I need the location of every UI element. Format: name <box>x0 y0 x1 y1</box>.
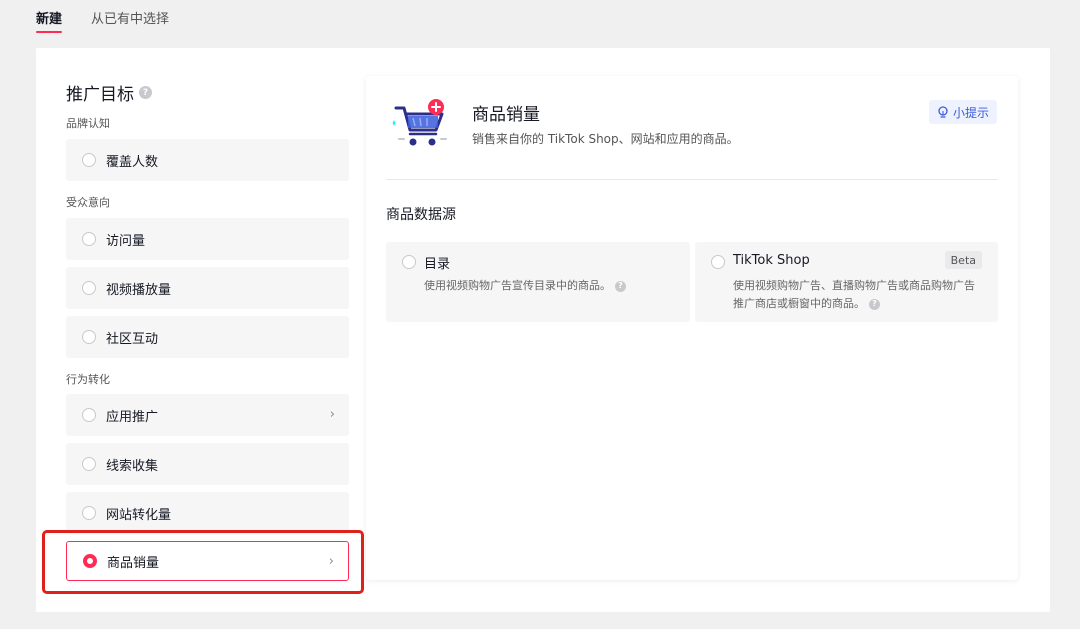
radio-icon[interactable] <box>82 408 96 422</box>
option-label: 视频播放量 <box>106 282 172 298</box>
tab-select-existing[interactable]: 从已有中选择 <box>91 8 169 27</box>
option-label: 访问量 <box>106 233 146 249</box>
objective-option-product-sales[interactable]: 商品销量 › <box>66 541 349 581</box>
source-description: 使用视频购物广告、直播购物广告或商品购物广告推广商店或橱窗中的商品。? <box>733 279 975 310</box>
active-tab-indicator <box>36 31 62 33</box>
source-name: TikTok Shop <box>733 253 810 268</box>
chevron-right-icon: › <box>329 407 335 422</box>
group-label-consideration: 受众意向 <box>66 196 110 209</box>
help-icon[interactable]: ? <box>139 86 152 99</box>
option-label: 覆盖人数 <box>106 154 159 170</box>
shopping-cart-icon <box>390 98 450 152</box>
divider <box>386 179 998 180</box>
objective-detail-title: 商品销量 <box>472 105 540 125</box>
radio-icon[interactable] <box>82 506 96 520</box>
objective-option-app-promotion[interactable]: 应用推广 › <box>66 394 349 436</box>
main-card: 推广目标 ? 品牌认知 覆盖人数 受众意向 访问量 视频播放量 社区互动 行为转… <box>36 48 1050 612</box>
tab-new[interactable]: 新建 <box>36 8 62 27</box>
objective-option-traffic[interactable]: 访问量 <box>66 218 349 260</box>
objective-option-video-views[interactable]: 视频播放量 <box>66 267 349 309</box>
option-label: 网站转化量 <box>106 507 172 523</box>
beta-badge: Beta <box>944 251 982 269</box>
radio-icon[interactable] <box>402 255 416 269</box>
radio-icon[interactable] <box>711 255 725 269</box>
radio-icon[interactable] <box>82 153 96 167</box>
source-option-tiktok-shop[interactable]: TikTok Shop Beta 使用视频购物广告、直播购物广告或商品购物广告推… <box>695 242 998 322</box>
objective-option-reach[interactable]: 覆盖人数 <box>66 139 349 181</box>
radio-icon[interactable] <box>82 281 96 295</box>
objective-option-lead-generation[interactable]: 线索收集 <box>66 443 349 485</box>
chevron-right-icon: › <box>328 554 334 569</box>
help-icon[interactable]: ? <box>615 280 626 292</box>
objective-title-text: 推广目标 <box>66 85 134 105</box>
radio-icon[interactable] <box>82 330 96 344</box>
source-option-catalog[interactable]: 目录 使用视频购物广告宣传目录中的商品。? <box>386 242 690 322</box>
objective-option-website-conversions[interactable]: 网站转化量 <box>66 492 349 534</box>
radio-icon[interactable] <box>82 232 96 246</box>
objective-option-community[interactable]: 社区互动 <box>66 316 349 358</box>
lightbulb-icon <box>938 105 948 118</box>
radio-icon[interactable] <box>82 457 96 471</box>
source-description: 使用视频购物广告宣传目录中的商品。? <box>424 277 676 295</box>
product-source-title: 商品数据源 <box>386 207 456 223</box>
option-label: 线索收集 <box>106 458 159 474</box>
source-name: 目录 <box>424 257 451 272</box>
option-label: 应用推广 <box>106 409 159 425</box>
top-tabs: 新建 从已有中选择 <box>0 0 1080 36</box>
objective-detail-description: 销售来自你的 TikTok Shop、网站和应用的商品。 <box>472 132 739 146</box>
group-label-brand: 品牌认知 <box>66 117 110 130</box>
objective-title: 推广目标 ? <box>66 80 152 105</box>
group-label-conversion: 行为转化 <box>66 373 110 386</box>
radio-selected-icon[interactable] <box>83 554 97 568</box>
objective-detail-panel: 商品销量 销售来自你的 TikTok Shop、网站和应用的商品。 小提示 商品… <box>366 76 1018 580</box>
option-label: 社区互动 <box>106 331 159 347</box>
tips-button[interactable]: 小提示 <box>928 100 997 124</box>
option-label: 商品销量 <box>107 555 160 571</box>
help-icon[interactable]: ? <box>869 298 880 310</box>
tips-label: 小提示 <box>952 105 989 120</box>
